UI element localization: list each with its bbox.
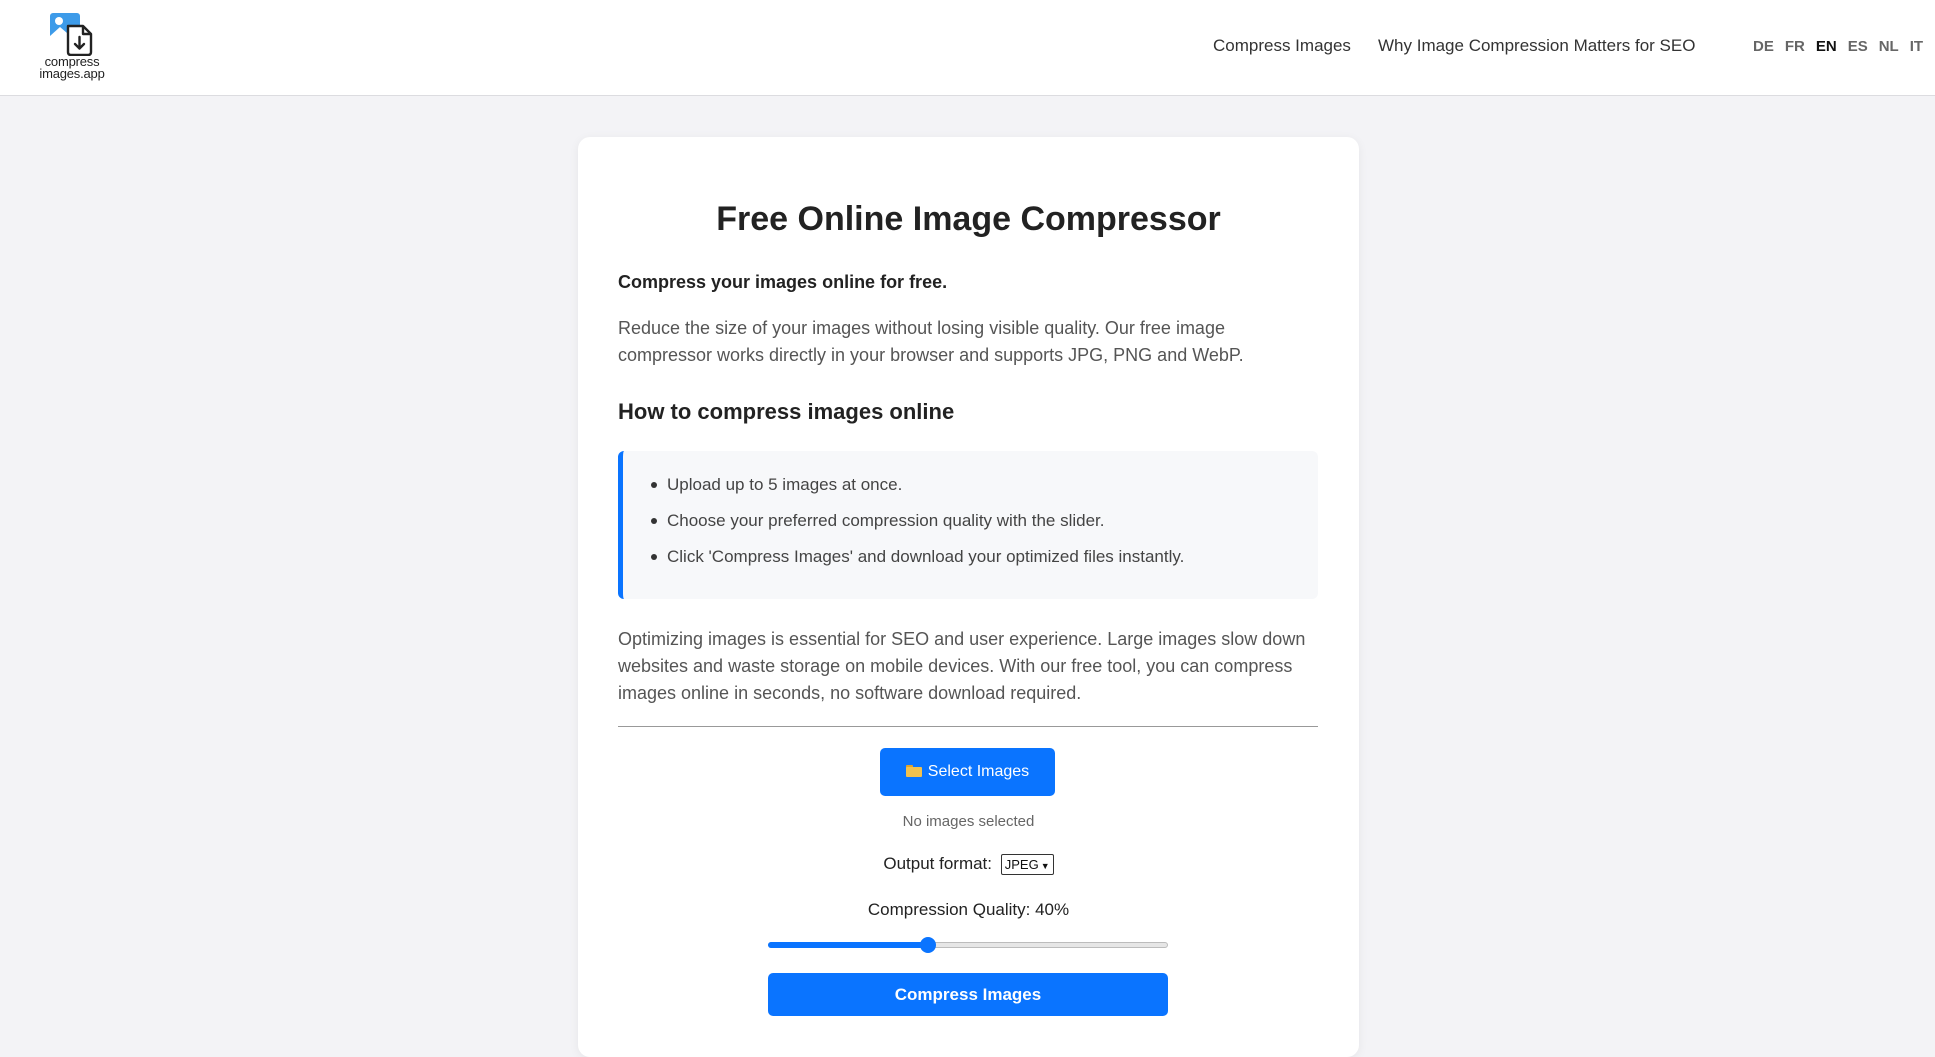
lead-text: Compress your images online for free.	[618, 272, 948, 292]
nav-item-compress-images[interactable]: Compress Images	[1213, 36, 1351, 56]
image-download-icon	[50, 13, 93, 56]
select-images-button[interactable]: Select Images	[880, 748, 1055, 796]
language-switcher: DE FR EN ES NL IT	[1753, 38, 1934, 55]
site-logo[interactable]: compress images.app	[36, 12, 108, 82]
lang-nl[interactable]: NL	[1879, 38, 1899, 55]
output-format-row: Output format: JPEG ▼	[578, 854, 1359, 876]
nav-link-compress-images[interactable]: Compress Images	[1213, 36, 1351, 55]
folder-icon	[905, 765, 922, 777]
seo-paragraph: Optimizing images is essential for SEO a…	[618, 629, 1306, 703]
steps-list: Upload up to 5 images at once. Choose yo…	[623, 451, 1318, 575]
slider-thumb[interactable]	[920, 937, 936, 953]
lang-en[interactable]: EN	[1816, 38, 1837, 55]
lang-es[interactable]: ES	[1848, 38, 1868, 55]
lang-it[interactable]: IT	[1910, 38, 1923, 55]
section-divider	[618, 726, 1318, 727]
nav-item-why-compression[interactable]: Why Image Compression Matters for SEO	[1378, 36, 1695, 56]
output-format-value: JPEG	[1004, 857, 1039, 873]
compression-quality-slider[interactable]	[768, 937, 1168, 953]
site-header: compress images.app Compress Images Why …	[0, 0, 1935, 96]
step-item: Click 'Compress Images' and download you…	[651, 539, 1318, 575]
step-item: Upload up to 5 images at once.	[651, 467, 1318, 503]
step-item: Choose your preferred compression qualit…	[651, 503, 1318, 539]
compress-images-button[interactable]: Compress Images	[768, 973, 1168, 1016]
output-format-label: Output format:	[883, 854, 993, 873]
lang-fr[interactable]: FR	[1785, 38, 1805, 55]
chevron-down-icon: ▼	[1040, 861, 1050, 872]
compressor-card: Free Online Image Compressor Compress yo…	[578, 137, 1359, 1057]
selection-status: No images selected	[902, 813, 1035, 830]
description-text: Reduce the size of your images without l…	[618, 318, 1244, 365]
compression-quality-label: Compression Quality: 40%	[867, 900, 1070, 919]
logo-text-line2: images.app	[39, 66, 105, 81]
select-images-label: Select Images	[927, 763, 1030, 780]
slider-fill	[768, 942, 928, 948]
output-format-select[interactable]: JPEG ▼	[1000, 854, 1054, 876]
how-to-heading: How to compress images online	[618, 399, 955, 424]
how-to-steps-box: Upload up to 5 images at once. Choose yo…	[618, 451, 1318, 599]
nav-link-why-compression[interactable]: Why Image Compression Matters for SEO	[1378, 36, 1695, 55]
page-title: Free Online Image Compressor	[716, 200, 1221, 238]
lang-de[interactable]: DE	[1753, 38, 1774, 55]
